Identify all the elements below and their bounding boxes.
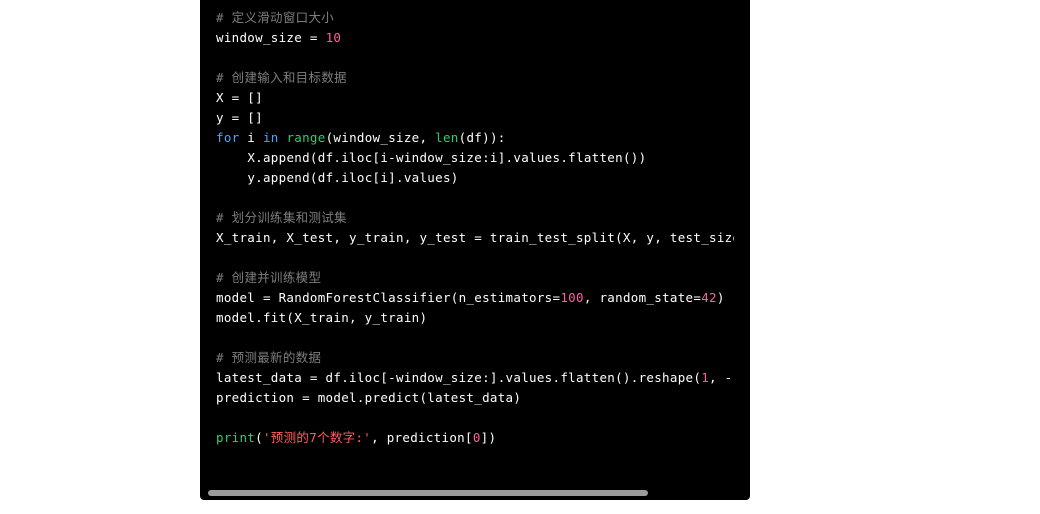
code-text: (df)): — [459, 130, 506, 145]
code-line: latest_data = df.iloc[-window_size:].val… — [216, 370, 701, 385]
code-line: window_size = — [216, 30, 326, 45]
code-line: X_train, X_test, y_train, y_test = train… — [216, 230, 734, 245]
builtin-range: range — [286, 130, 325, 145]
code-line: y.append(df.iloc[i].values) — [247, 170, 458, 185]
code-text: , random_state= — [584, 290, 701, 305]
code-text: (window_size, — [326, 130, 436, 145]
code-line: model = RandomForestClassifier(n_estimat… — [216, 290, 560, 305]
comment-train: # 创建并训练模型 — [216, 270, 321, 285]
code-text: , - — [709, 370, 732, 385]
number-literal: 100 — [560, 290, 583, 305]
number-literal: 10 — [326, 30, 342, 45]
code-text: , prediction[ — [371, 430, 473, 445]
code-line: prediction = model.predict(latest_data) — [216, 390, 521, 405]
code-text: ) — [717, 290, 725, 305]
builtin-len: len — [435, 130, 458, 145]
code-text: i — [239, 130, 262, 145]
code-line: y = [] — [216, 110, 263, 125]
horizontal-scrollbar[interactable] — [208, 490, 648, 496]
number-literal: 42 — [701, 290, 717, 305]
code-line: X = [] — [216, 90, 263, 105]
number-literal: 0 — [473, 430, 481, 445]
code-text: ( — [255, 430, 263, 445]
comment-predict: # 预测最新的数据 — [216, 350, 321, 365]
keyword-in: in — [263, 130, 279, 145]
comment-window-size: # 定义滑动窗口大小 — [216, 10, 334, 25]
string-literal: '预测的7个数字:' — [263, 430, 371, 445]
code-text: ]) — [481, 430, 497, 445]
code-line: model.fit(X_train, y_train) — [216, 310, 427, 325]
keyword-for: for — [216, 130, 239, 145]
code-line: X.append(df.iloc[i-window_size:i].values… — [247, 150, 646, 165]
comment-create-data: # 创建输入和目标数据 — [216, 70, 347, 85]
code-content: # 定义滑动窗口大小 window_size = 10 # 创建输入和目标数据 … — [216, 8, 734, 448]
number-literal: 1 — [733, 370, 734, 385]
number-literal: 1 — [701, 370, 709, 385]
comment-split: # 划分训练集和测试集 — [216, 210, 347, 225]
builtin-print: print — [216, 430, 255, 445]
code-block[interactable]: # 定义滑动窗口大小 window_size = 10 # 创建输入和目标数据 … — [200, 0, 750, 500]
